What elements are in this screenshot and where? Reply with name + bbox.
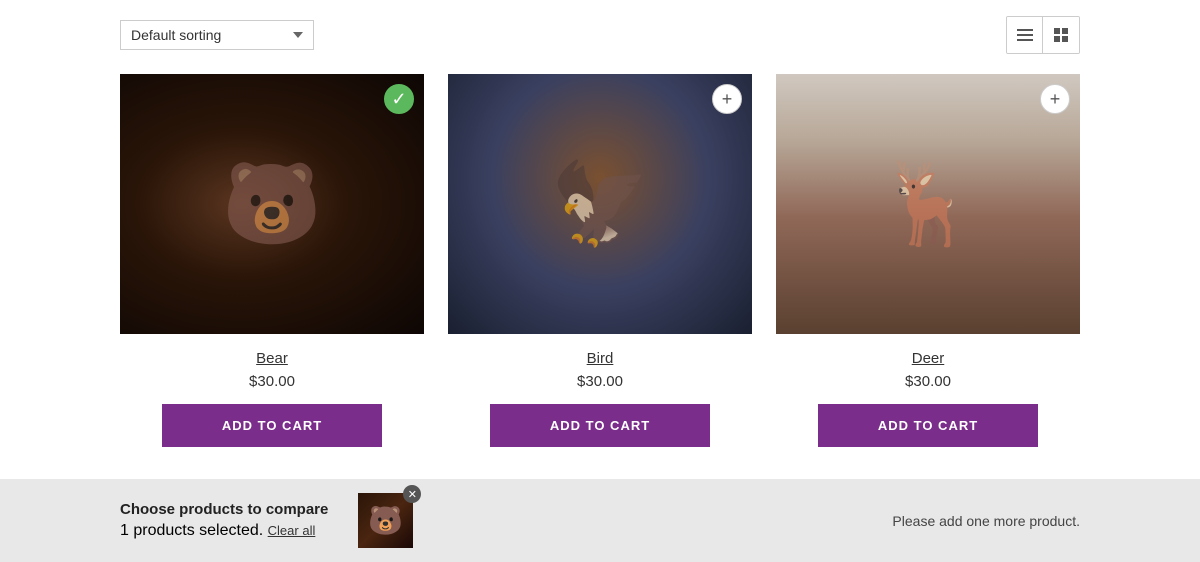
list-icon [1017, 29, 1033, 41]
compare-thumb-remove-button[interactable]: ✕ [403, 485, 421, 503]
compare-button-bird[interactable]: + [712, 84, 742, 114]
compare-bar-message: Please add one more product. [892, 513, 1080, 529]
product-image-container-deer: + [776, 74, 1080, 334]
product-card-bear: ✓ Bear $30.00 ADD TO CART [120, 74, 424, 447]
list-view-button[interactable] [1007, 17, 1043, 53]
product-name-bird[interactable]: Bird [587, 350, 614, 367]
product-name-deer[interactable]: Deer [912, 350, 945, 367]
add-to-cart-button-bear[interactable]: ADD TO CART [162, 404, 382, 447]
add-to-cart-button-bird[interactable]: ADD TO CART [490, 404, 710, 447]
grid-icon [1054, 28, 1068, 42]
grid-view-button[interactable] [1043, 17, 1079, 53]
product-name-bear[interactable]: Bear [256, 350, 288, 367]
main-content: Default sorting Sort by popularity Sort … [0, 0, 1200, 447]
compare-bar-left: Choose products to compare 1 products se… [120, 501, 328, 540]
compare-button-deer[interactable]: + [1040, 84, 1070, 114]
product-image-bird [448, 74, 752, 334]
view-toggles [1006, 16, 1080, 54]
products-grid: ✓ Bear $30.00 ADD TO CART + Bird $30.00 … [120, 74, 1080, 447]
compare-bar-meta: 1 products selected. Clear all [120, 522, 328, 540]
product-image-bear [120, 74, 424, 334]
compare-bar-thumbnail: 🐻 ✕ [358, 493, 413, 548]
compare-bar-selected: 1 products selected. [120, 522, 263, 539]
compare-bar-clear-link[interactable]: Clear all [268, 523, 316, 538]
product-image-container-bear: ✓ [120, 74, 424, 334]
product-card-deer: + Deer $30.00 ADD TO CART [776, 74, 1080, 447]
product-price-bird: $30.00 [577, 373, 623, 390]
add-to-cart-button-deer[interactable]: ADD TO CART [818, 404, 1038, 447]
compare-bar: Choose products to compare 1 products se… [0, 479, 1200, 562]
product-price-bear: $30.00 [249, 373, 295, 390]
compare-thumb-image: 🐻 [358, 493, 413, 548]
compare-bar-title: Choose products to compare [120, 501, 328, 518]
product-image-container-bird: + [448, 74, 752, 334]
product-price-deer: $30.00 [905, 373, 951, 390]
product-card-bird: + Bird $30.00 ADD TO CART [448, 74, 752, 447]
compare-button-bear[interactable]: ✓ [384, 84, 414, 114]
sort-select[interactable]: Default sorting Sort by popularity Sort … [120, 20, 314, 50]
product-image-deer [776, 74, 1080, 334]
toolbar: Default sorting Sort by popularity Sort … [120, 16, 1080, 54]
